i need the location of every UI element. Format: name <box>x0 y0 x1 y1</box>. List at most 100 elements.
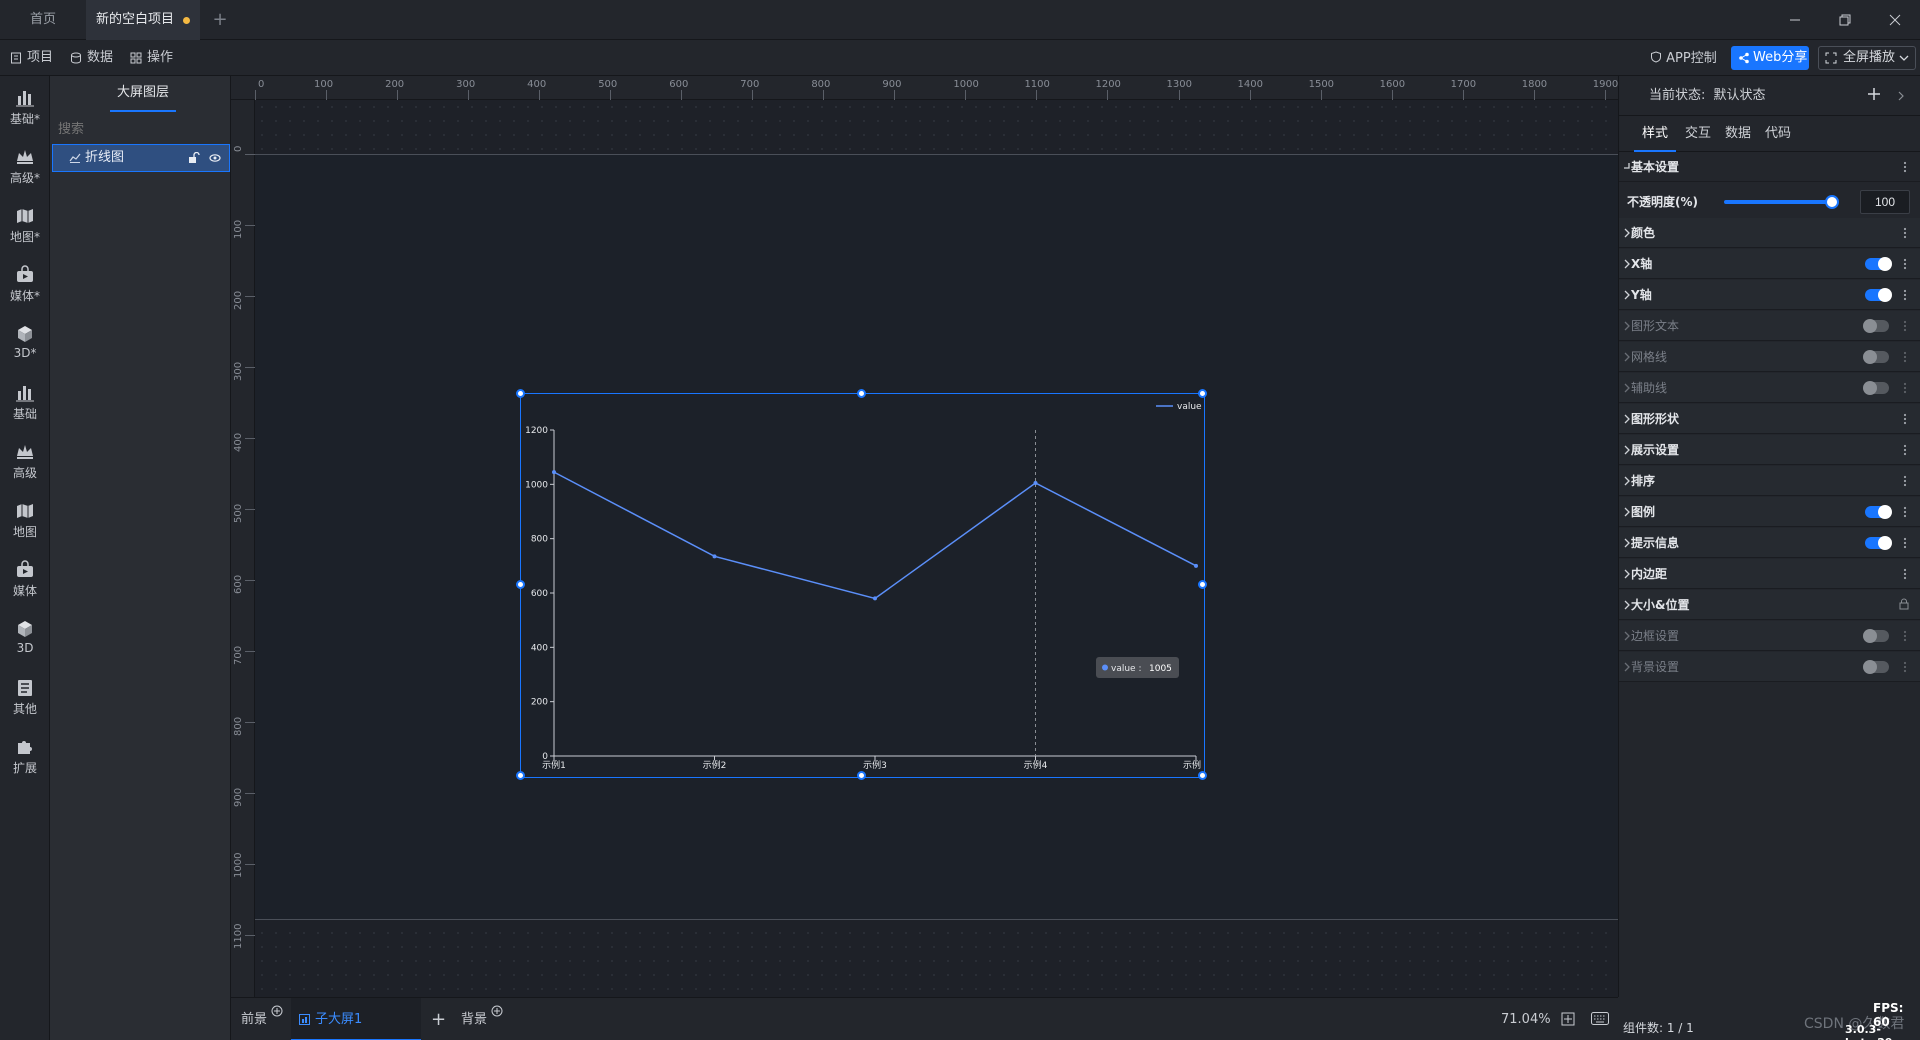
toggle-switch[interactable] <box>1865 288 1892 302</box>
data-point[interactable] <box>1033 480 1038 485</box>
layer-item-line-chart[interactable]: 折线图 <box>52 144 230 172</box>
keyboard-icon[interactable] <box>1591 1012 1609 1040</box>
tab-data[interactable]: 数据 <box>1725 116 1751 152</box>
sidebar-item-8[interactable]: 媒体 <box>0 552 50 608</box>
property-row-5[interactable]: 网格线 <box>1619 342 1920 372</box>
sidebar-item-7[interactable]: 地图 <box>0 493 50 549</box>
subscreen-tab[interactable]: 子大屏1 <box>291 998 421 1040</box>
background-tab[interactable]: 背景 <box>461 998 503 1040</box>
opacity-slider[interactable] <box>1724 200 1832 204</box>
fit-screen-icon[interactable] <box>1561 1012 1575 1040</box>
zoom-level[interactable]: 71.04% <box>1501 998 1551 1040</box>
property-row-6[interactable]: 辅助线 <box>1619 373 1920 403</box>
more-options-icon[interactable] <box>1903 320 1907 332</box>
more-options-icon[interactable] <box>1903 258 1907 270</box>
more-options-icon[interactable] <box>1903 506 1907 518</box>
chevron-right-icon[interactable] <box>1897 91 1905 101</box>
layer-panel-title[interactable]: 大屏图层 <box>110 76 177 112</box>
more-options-icon[interactable] <box>1903 444 1907 456</box>
resize-handle[interactable] <box>857 771 866 780</box>
resize-handle[interactable] <box>1198 389 1207 398</box>
toggle-switch[interactable] <box>1865 536 1892 550</box>
fullscreen-play-button[interactable]: 全屏播放 <box>1818 46 1916 70</box>
more-options-icon[interactable] <box>1903 413 1907 425</box>
tab-code[interactable]: 代码 <box>1765 116 1791 152</box>
layer-search-input[interactable] <box>58 116 223 142</box>
property-row-10[interactable]: 图例 <box>1619 497 1920 527</box>
opacity-slider-thumb[interactable] <box>1825 195 1839 209</box>
property-row-1[interactable]: 颜色 <box>1619 218 1920 248</box>
tab-home[interactable]: 首页 <box>0 0 86 40</box>
toggle-switch[interactable] <box>1865 505 1892 519</box>
more-options-icon[interactable] <box>1903 351 1907 363</box>
property-row-4[interactable]: 图形文本 <box>1619 311 1920 341</box>
sidebar-item-2[interactable]: 地图* <box>0 198 50 254</box>
toggle-switch[interactable] <box>1865 257 1892 271</box>
sidebar-item-10[interactable]: 其他 <box>0 670 50 726</box>
property-row-7[interactable]: 图形形状 <box>1619 404 1920 434</box>
property-row-13[interactable]: 大小&位置 <box>1619 590 1920 620</box>
property-row-2[interactable]: X轴 <box>1619 249 1920 279</box>
data-point[interactable] <box>1194 563 1198 568</box>
more-options-icon[interactable] <box>1903 630 1907 642</box>
unlock-icon[interactable] <box>188 152 200 164</box>
resize-handle[interactable] <box>1198 771 1207 780</box>
menu-operations[interactable]: 操作 <box>130 40 173 76</box>
sidebar-item-3[interactable]: 媒体* <box>0 257 50 313</box>
add-state-icon[interactable] <box>1867 87 1881 101</box>
more-options-icon[interactable] <box>1903 568 1907 580</box>
more-options-icon[interactable] <box>1903 382 1907 394</box>
data-point[interactable] <box>873 596 877 601</box>
opacity-input[interactable] <box>1860 190 1910 214</box>
web-share-button[interactable]: Web分享 <box>1731 46 1809 70</box>
resize-handle[interactable] <box>516 389 525 398</box>
sidebar-item-6[interactable]: 高级 <box>0 434 50 490</box>
add-circle-icon[interactable] <box>491 1005 503 1017</box>
property-row-8[interactable]: 展示设置 <box>1619 435 1920 465</box>
property-row-0[interactable]: 基本设置 <box>1619 152 1920 182</box>
sidebar-item-1[interactable]: 高级* <box>0 139 50 195</box>
more-options-icon[interactable] <box>1903 161 1907 173</box>
editor-canvas[interactable]: 0 200 400 600 800 1000 1200 示例1 示例2 示例3 示例4 示例 value… <box>255 100 1618 997</box>
restore-button[interactable] <box>1820 0 1870 40</box>
property-row-3[interactable]: Y轴 <box>1619 280 1920 310</box>
chart-legend[interactable]: value <box>1156 402 1202 412</box>
toggle-switch[interactable] <box>1863 350 1889 364</box>
eye-icon[interactable] <box>209 153 221 163</box>
more-options-icon[interactable] <box>1903 475 1907 487</box>
property-row-14[interactable]: 边框设置 <box>1619 621 1920 651</box>
add-subscreen-button[interactable]: + <box>431 998 446 1040</box>
toggle-switch[interactable] <box>1863 660 1889 674</box>
property-row-11[interactable]: 提示信息 <box>1619 528 1920 558</box>
sidebar-item-4[interactable]: 3D* <box>0 316 50 372</box>
sidebar-item-11[interactable]: 扩展 <box>0 729 50 785</box>
resize-handle[interactable] <box>857 389 866 398</box>
data-point[interactable] <box>712 554 717 559</box>
more-options-icon[interactable] <box>1903 537 1907 549</box>
more-options-icon[interactable] <box>1903 661 1907 673</box>
lock-icon[interactable] <box>1899 598 1909 610</box>
menu-data[interactable]: 数据 <box>70 40 113 76</box>
property-row-12[interactable]: 内边距 <box>1619 559 1920 589</box>
line-chart-component[interactable]: 0 200 400 600 800 1000 1200 示例1 示例2 示例3 示例4 示例 value… <box>516 389 1207 780</box>
app-control-button[interactable]: APP控制 <box>1650 48 1717 70</box>
close-button[interactable] <box>1870 0 1920 40</box>
data-point[interactable] <box>552 470 556 475</box>
toggle-switch[interactable] <box>1863 319 1889 333</box>
sidebar-item-9[interactable]: 3D <box>0 611 50 667</box>
tab-interaction[interactable]: 交互 <box>1685 116 1711 152</box>
add-circle-icon[interactable] <box>271 1005 283 1017</box>
resize-handle[interactable] <box>1198 580 1207 589</box>
add-tab-button[interactable]: + <box>208 0 232 40</box>
property-row-9[interactable]: 排序 <box>1619 466 1920 496</box>
menu-project[interactable]: 项目 <box>10 40 53 76</box>
sidebar-item-5[interactable]: 基础 <box>0 375 50 431</box>
property-row-15[interactable]: 背景设置 <box>1619 652 1920 682</box>
state-value[interactable]: 默认状态 <box>1714 88 1766 103</box>
tab-project[interactable]: 新的空白项目 <box>86 0 200 40</box>
foreground-tab[interactable]: 前景 <box>241 998 283 1040</box>
resize-handle[interactable] <box>516 771 525 780</box>
toggle-switch[interactable] <box>1863 629 1889 643</box>
tab-style[interactable]: 样式 <box>1634 116 1677 152</box>
more-options-icon[interactable] <box>1903 289 1907 301</box>
